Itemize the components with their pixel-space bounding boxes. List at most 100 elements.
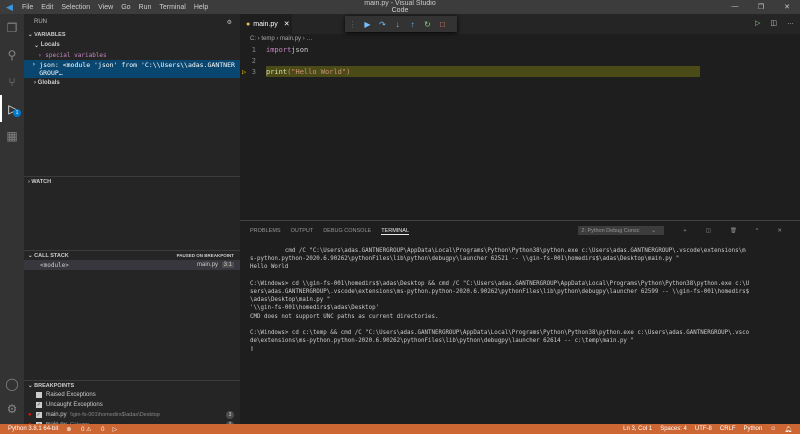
step-out-icon[interactable]: ↑: [405, 20, 420, 29]
checkbox-checked[interactable]: ✓: [36, 412, 42, 418]
tab-problems[interactable]: PROBLEMS: [250, 228, 281, 234]
special-variables[interactable]: › special variables: [24, 50, 240, 60]
code-line[interactable]: 1import json: [240, 44, 800, 55]
crumb-file[interactable]: main.py: [280, 36, 301, 42]
globals-label: Globals: [38, 80, 60, 86]
warning-count: 0: [101, 427, 104, 433]
trash-icon[interactable]: 🗑: [730, 228, 737, 234]
more-icon[interactable]: …: [787, 19, 794, 27]
new-terminal-icon[interactable]: +: [683, 228, 686, 234]
tab-main-py[interactable]: ●main.py ✕: [240, 14, 292, 34]
checkbox-checked[interactable]: ✓: [36, 402, 42, 408]
terminal-select[interactable]: 2: Python Debug Consc ⌄: [578, 226, 664, 235]
watch-section[interactable]: › WATCH: [24, 176, 240, 186]
line-ending[interactable]: CRLF: [720, 426, 736, 432]
locals-scope[interactable]: ⌄ Locals: [24, 40, 240, 50]
line-number: 2: [240, 57, 266, 65]
crumb-folder[interactable]: temp: [261, 36, 274, 42]
terminal-output[interactable]: cmd /C "C:\Users\adas.GANTNERGROUP\AppDa…: [240, 241, 800, 354]
continue-icon[interactable]: ▶: [360, 20, 375, 29]
breakpoint-label: Uncaught Exceptions: [46, 402, 103, 408]
crumb-symbol[interactable]: …: [306, 36, 312, 42]
frame-name: <module>: [40, 262, 69, 269]
step-over-icon[interactable]: ↷: [375, 20, 390, 29]
breakpoint-raised[interactable]: Raised Exceptions: [24, 390, 240, 400]
debug-icon[interactable]: ▷: [112, 426, 117, 433]
drag-handle-icon[interactable]: ⋮: [345, 20, 360, 29]
minimize-icon[interactable]: —: [722, 3, 748, 11]
activity-bar: ❐ ⚲ ⑂ ▷1 ▦ ◯ ⚙: [0, 14, 24, 424]
status-bar: Python 3.8.1 64-bit ⊗ 0 ⚠ 0 ▷ Ln 3, Col …: [0, 424, 800, 434]
tab-terminal[interactable]: TERMINAL: [381, 228, 409, 235]
code-line-current[interactable]: ▷3print("Hello World"): [240, 66, 800, 77]
notifications-bell-icon[interactable]: 🔔︎: [784, 426, 792, 433]
menu-go[interactable]: Go: [121, 4, 130, 11]
run-sidebar: RUN ⚙ ⌄ VARIABLES ⌄ Locals › special vari…: [24, 14, 240, 424]
breadcrumb: C: › temp › main.py › …: [240, 34, 800, 44]
tab-debug-console[interactable]: DEBUG CONSOLE: [323, 228, 371, 234]
variable-json[interactable]: › json: <module 'json' from 'C:\\Users\\…: [24, 60, 240, 78]
restore-icon[interactable]: ❐: [748, 3, 774, 11]
checkbox[interactable]: [36, 392, 42, 398]
breakpoint-label: main.py: [46, 412, 67, 418]
paused-label: PAUSED ON BREAKPOINT: [177, 253, 234, 258]
maximize-panel-icon[interactable]: ^: [756, 228, 759, 234]
variable-json-label: json: <module 'json' from 'C:\\Users\\ad…: [39, 61, 240, 77]
explorer-icon[interactable]: ❐: [0, 14, 24, 41]
tab-output[interactable]: OUTPUT: [291, 228, 314, 234]
line-number: 1: [240, 46, 266, 54]
encoding[interactable]: UTF-8: [695, 426, 712, 432]
debug-toolbar: ⋮▶↷↓↑↻□: [345, 16, 457, 32]
keyword: import: [266, 46, 291, 54]
close-icon[interactable]: ✕: [774, 3, 800, 11]
problems-indicator[interactable]: ⊗ 0 ⚠ 0: [66, 426, 104, 433]
sidebar-title: RUN: [34, 19, 47, 25]
stack-frame[interactable]: <module>main.py3:1: [24, 260, 240, 270]
split-editor-icon[interactable]: ◫: [770, 19, 777, 27]
menu-selection[interactable]: Selection: [61, 4, 90, 11]
call-stack-section[interactable]: ⌄ CALL STACKPAUSED ON BREAKPOINT: [24, 250, 240, 260]
language-mode[interactable]: Python: [744, 426, 763, 432]
indentation[interactable]: Spaces: 4: [660, 426, 687, 432]
restart-icon[interactable]: ↻: [420, 20, 435, 29]
breakpoints-section[interactable]: ⌄ BREAKPOINTS: [24, 380, 240, 390]
menu-file[interactable]: File: [22, 4, 33, 11]
globals-scope[interactable]: › Globals: [24, 78, 240, 88]
run-debug-icon[interactable]: ▷1: [0, 95, 24, 122]
split-terminal-icon[interactable]: ◫: [706, 228, 711, 234]
source-control-icon[interactable]: ⑂: [0, 68, 24, 95]
breakpoint-uncaught[interactable]: ✓ Uncaught Exceptions: [24, 400, 240, 410]
python-interpreter[interactable]: Python 3.8.1 64-bit: [8, 426, 58, 432]
menu-help[interactable]: Help: [194, 4, 208, 11]
open-config-icon[interactable]: ⚙: [227, 19, 232, 26]
menu-run[interactable]: Run: [139, 4, 152, 11]
locals-label: Locals: [41, 42, 60, 48]
variables-section[interactable]: ⌄ VARIABLES: [24, 30, 240, 40]
extensions-icon[interactable]: ▦: [0, 122, 24, 149]
breakpoint-label: Raised Exceptions: [46, 392, 96, 398]
close-panel-icon[interactable]: ✕: [777, 228, 782, 234]
python-file-icon: ●: [246, 21, 250, 28]
close-tab-icon[interactable]: ✕: [284, 20, 290, 28]
feedback-icon[interactable]: ☺: [770, 426, 776, 432]
breakpoint-file[interactable]: ●✓main.py \\gin-fs-001\homedirs$\adas\De…: [24, 410, 240, 420]
search-icon[interactable]: ⚲: [0, 41, 24, 68]
menu-terminal[interactable]: Terminal: [159, 4, 185, 11]
function-name: print: [266, 68, 287, 76]
breakpoint-dot-icon: ●: [28, 412, 32, 418]
menu-bar: File Edit Selection View Go Run Terminal Help: [22, 4, 216, 11]
run-icon[interactable]: ▷: [755, 19, 760, 27]
title-bar: ◀ FileEditSelectionViewGoRunTerminalHelp…: [0, 0, 800, 14]
step-into-icon[interactable]: ↓: [390, 20, 405, 29]
account-icon[interactable]: ◯: [0, 370, 24, 397]
stop-icon[interactable]: □: [435, 20, 450, 29]
menu-edit[interactable]: Edit: [41, 4, 53, 11]
run-badge: 1: [13, 109, 21, 117]
menu-view[interactable]: View: [98, 4, 113, 11]
crumb-drive[interactable]: C:: [250, 36, 256, 42]
cursor-position[interactable]: Ln 3, Col 1: [623, 426, 652, 432]
terminal-select-value: 2: Python Debug Consc: [581, 228, 639, 234]
tab-label: main.py: [253, 21, 278, 28]
settings-gear-icon[interactable]: ⚙: [0, 395, 24, 422]
code-line[interactable]: 2: [240, 55, 800, 66]
